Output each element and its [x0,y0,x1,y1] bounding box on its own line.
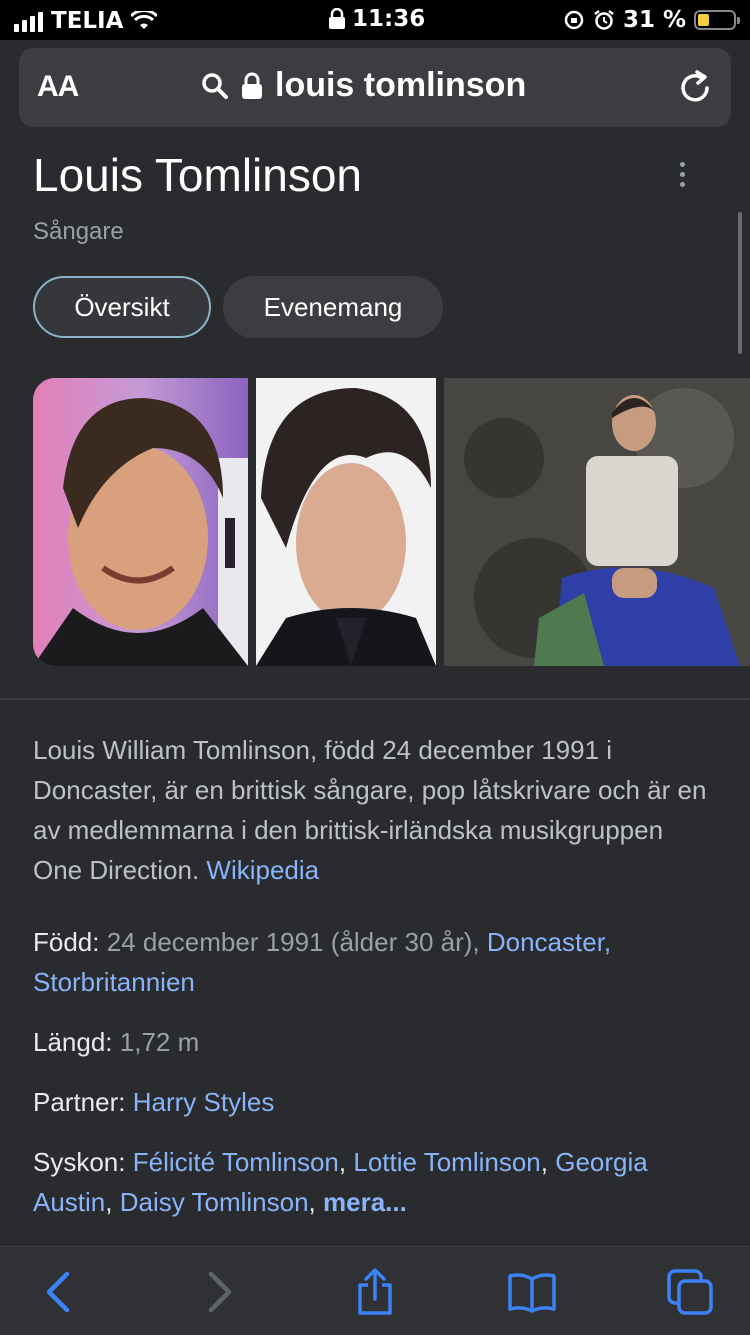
text-size-button[interactable]: AA [37,70,79,104]
fact-label: Partner: [33,1087,126,1117]
tabs-icon [667,1269,713,1315]
search-icon [202,72,228,99]
photo-1[interactable] [33,378,248,666]
partner-link[interactable]: Harry Styles [133,1087,275,1117]
sibling-link[interactable]: Félicité Tomlinson [133,1147,339,1177]
more-options-icon[interactable] [680,162,685,187]
fact-value: 1,72 m [119,1027,200,1057]
carrier-label: TELIA [51,8,124,34]
photo-2[interactable] [256,378,436,666]
bookmarks-button[interactable] [507,1267,557,1317]
fact-born: Född: 24 december 1991 (ålder 30 år), Do… [33,922,723,1002]
tab-oversikt[interactable]: Översikt [33,276,211,338]
share-icon [358,1268,392,1315]
time-label: 11:36 [352,6,426,32]
rotation-lock-icon [564,10,584,30]
fact-partner: Partner: Harry Styles [33,1082,723,1122]
entity-title: Louis Tomlinson [33,149,363,201]
sibling-link[interactable]: Daisy Tomlinson [120,1187,309,1217]
more-siblings-link[interactable]: mera... [323,1187,407,1217]
tabs-button[interactable] [665,1267,715,1317]
scroll-indicator [738,212,742,354]
photo-3[interactable] [444,378,750,666]
share-button[interactable] [350,1267,400,1317]
tab-evenemang[interactable]: Evenemang [223,276,443,338]
reload-icon[interactable] [677,68,713,106]
fact-value: 24 december 1991 (ålder 30 år), [106,927,480,957]
status-bar: TELIA 11:36 31 % [0,0,750,40]
chevron-right-icon [208,1271,232,1313]
sibling-link[interactable]: Lottie Tomlinson [353,1147,540,1177]
battery-percent: 31 % [622,7,686,33]
divider [0,698,750,700]
bottom-toolbar [0,1246,750,1335]
fact-label: Längd: [33,1027,113,1057]
entity-type: Sångare [33,218,124,245]
fact-siblings: Syskon: Félicité Tomlinson, Lottie Tomli… [33,1147,648,1217]
fact-label: Syskon: [33,1147,126,1177]
description-text: Louis William Tomlinson, född 24 decembe… [33,735,707,885]
lock-icon [242,72,262,99]
battery-icon [694,10,740,30]
entity-description: Louis William Tomlinson, född 24 decembe… [33,730,713,890]
wifi-icon [131,11,158,29]
url-bar[interactable]: AA louis tomlinson [19,48,731,127]
image-carousel[interactable] [33,378,750,666]
lock-icon [329,8,345,29]
forward-button[interactable] [195,1267,245,1317]
alarm-icon [594,10,614,30]
facts-list: Född: 24 december 1991 (ålder 30 år), Do… [33,922,723,1242]
chevron-left-icon [46,1271,70,1313]
url-query[interactable]: louis tomlinson [275,66,526,105]
book-icon [508,1273,556,1313]
wikipedia-link[interactable]: Wikipedia [206,855,319,885]
fact-height: Längd: 1,72 m [33,1022,723,1062]
back-button[interactable] [33,1267,83,1317]
fact-label: Född: [33,927,100,957]
signal-icon [14,10,43,32]
